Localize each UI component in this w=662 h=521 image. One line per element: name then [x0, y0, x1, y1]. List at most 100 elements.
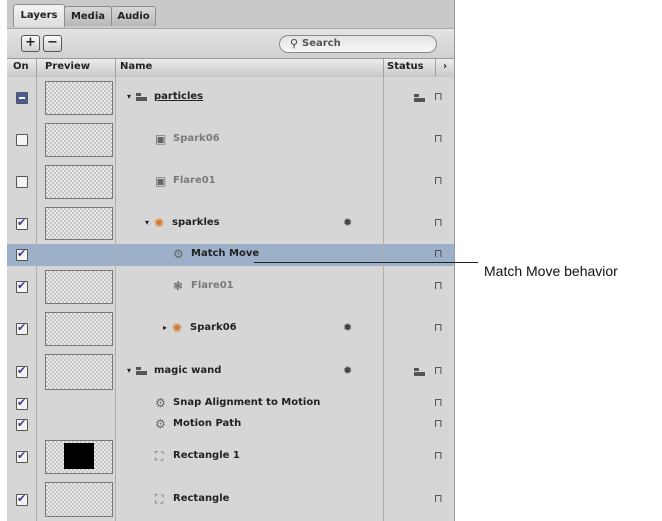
gear-icon[interactable]: ✹: [343, 321, 352, 334]
layer-row[interactable]: ⛶ Rectangle 1 ⊓: [7, 436, 454, 479]
lock-icon[interactable]: ⊓: [434, 279, 443, 292]
layer-row[interactable]: ▾ particles ⊓: [7, 77, 454, 120]
layer-row[interactable]: ▣ Spark06 ⊓: [7, 119, 454, 162]
lock-icon[interactable]: ⊓: [434, 132, 443, 145]
status-cell: ⊓: [383, 478, 454, 521]
lock-icon[interactable]: ⊓: [434, 216, 443, 229]
lock-icon[interactable]: ⊓: [434, 492, 443, 505]
image-icon: ▣: [155, 132, 167, 146]
layer-enable-checkbox[interactable]: [16, 492, 28, 506]
gear-icon[interactable]: ✹: [343, 364, 352, 377]
layer-row[interactable]: ▾ ✺ sparkles ✹ ⊓: [7, 203, 454, 245]
on-cell: [7, 203, 37, 244]
layer-name: sparkles: [172, 216, 220, 228]
add-layer-button[interactable]: +: [21, 35, 40, 52]
group-status-icon: [414, 94, 425, 102]
tab-bar: Layers Media Audio: [7, 0, 454, 28]
preview-cell: [36, 203, 116, 244]
group-icon: [136, 367, 147, 375]
column-on[interactable]: On: [13, 61, 29, 72]
status-cell: ⊓: [383, 266, 454, 308]
lock-icon[interactable]: ⊓: [434, 364, 443, 377]
behavior-icon: ⚙: [173, 247, 184, 261]
status-cell: ⊓: [383, 119, 454, 161]
tab-audio[interactable]: Audio: [111, 6, 156, 26]
layer-name: Match Move: [191, 248, 260, 259]
layer-name: magic wand: [154, 365, 222, 376]
on-cell: [7, 266, 37, 308]
layer-enable-checkbox[interactable]: [16, 92, 28, 104]
layer-name: Spark06: [173, 133, 220, 144]
layer-enable-checkbox[interactable]: [16, 364, 28, 378]
tab-media[interactable]: Media: [64, 6, 112, 26]
layer-enable-checkbox[interactable]: [16, 216, 28, 230]
status-cell: ⊓: [383, 436, 454, 478]
layer-enable-checkbox[interactable]: [16, 134, 28, 146]
lock-icon[interactable]: ⊓: [434, 90, 443, 103]
lock-icon[interactable]: ⊓: [434, 417, 443, 430]
layer-enable-checkbox[interactable]: [16, 247, 28, 261]
preview-cell: [36, 77, 116, 119]
name-cell: ▾ magic wand ✹: [115, 350, 383, 394]
on-cell: [7, 394, 37, 414]
emitter-icon: ✺: [154, 215, 165, 230]
name-cell: ⚙ Motion Path: [115, 414, 383, 436]
disclosure-collapsed-icon[interactable]: ▸: [163, 323, 167, 332]
layer-enable-checkbox[interactable]: [16, 396, 28, 410]
disclosure-expanded-icon[interactable]: ▾: [127, 366, 131, 375]
layer-row[interactable]: ▣ Flare01 ⊓: [7, 161, 454, 204]
column-preview[interactable]: Preview: [45, 61, 90, 72]
lock-icon[interactable]: ⊓: [434, 247, 443, 260]
tab-layers[interactable]: Layers: [13, 4, 65, 27]
layer-enable-checkbox[interactable]: [16, 279, 28, 293]
preview-cell: [36, 266, 116, 308]
status-cell: ⊓: [383, 77, 454, 119]
on-cell: [7, 161, 37, 203]
preview-cell: [36, 350, 116, 394]
layer-row[interactable]: ⛶ Rectangle ⊓: [7, 478, 454, 521]
callout-label: Match Move behavior: [484, 263, 618, 279]
layers-panel: Layers Media Audio + − ⚲ Search On Previ…: [7, 0, 455, 521]
emitter-icon: ✺: [172, 321, 183, 335]
disclosure-expanded-icon[interactable]: ▾: [127, 92, 131, 101]
behavior-icon: ⚙: [155, 396, 166, 410]
on-cell: [7, 244, 37, 266]
column-menu-chevron-icon[interactable]: ›: [443, 61, 447, 72]
layer-enable-checkbox[interactable]: [16, 321, 28, 335]
on-cell: [7, 119, 37, 161]
preview-cell: [36, 244, 116, 266]
column-status[interactable]: Status: [387, 61, 424, 72]
lock-icon[interactable]: ⊓: [434, 174, 443, 187]
on-cell: [7, 350, 37, 394]
lock-icon[interactable]: ⊓: [434, 396, 443, 409]
column-name[interactable]: Name: [120, 61, 152, 72]
lock-icon[interactable]: ⊓: [434, 321, 443, 334]
layer-row[interactable]: ⚙ Snap Alignment to Motion ⊓: [7, 394, 454, 415]
on-cell: [7, 436, 37, 478]
lock-icon[interactable]: ⊓: [434, 449, 443, 462]
layer-enable-checkbox[interactable]: [16, 176, 28, 188]
layer-row[interactable]: ❃ Flare01 ⊓: [7, 266, 454, 309]
magnifier-icon: ⚲: [290, 37, 299, 50]
remove-layer-button[interactable]: −: [43, 35, 62, 52]
layer-name: Snap Alignment to Motion: [173, 397, 321, 408]
layer-row[interactable]: ⚙ Match Move ⊓: [7, 244, 454, 267]
status-cell: ⊓: [383, 394, 454, 414]
layer-thumbnail: [45, 270, 113, 304]
layer-enable-checkbox[interactable]: [16, 417, 28, 431]
search-input[interactable]: ⚲ Search: [279, 35, 437, 53]
status-cell: ⊓: [383, 203, 454, 244]
layer-thumbnail: [45, 482, 113, 517]
layer-row[interactable]: ▸ ✺ Spark06 ✹ ⊓: [7, 308, 454, 351]
disclosure-expanded-icon[interactable]: ▾: [145, 218, 149, 227]
layer-enable-checkbox[interactable]: [16, 449, 28, 463]
on-cell: [7, 414, 37, 436]
layer-name: Flare01: [173, 175, 216, 186]
on-cell: [7, 478, 37, 521]
gear-icon[interactable]: ✹: [343, 216, 352, 229]
layer-row[interactable]: ⚙ Motion Path ⊓: [7, 414, 454, 437]
layer-row[interactable]: ▾ magic wand ✹ ⊓: [7, 350, 454, 395]
layer-thumbnail: [45, 123, 113, 157]
layer-thumbnail: [45, 207, 113, 240]
cell-icon: ❃: [173, 279, 184, 293]
